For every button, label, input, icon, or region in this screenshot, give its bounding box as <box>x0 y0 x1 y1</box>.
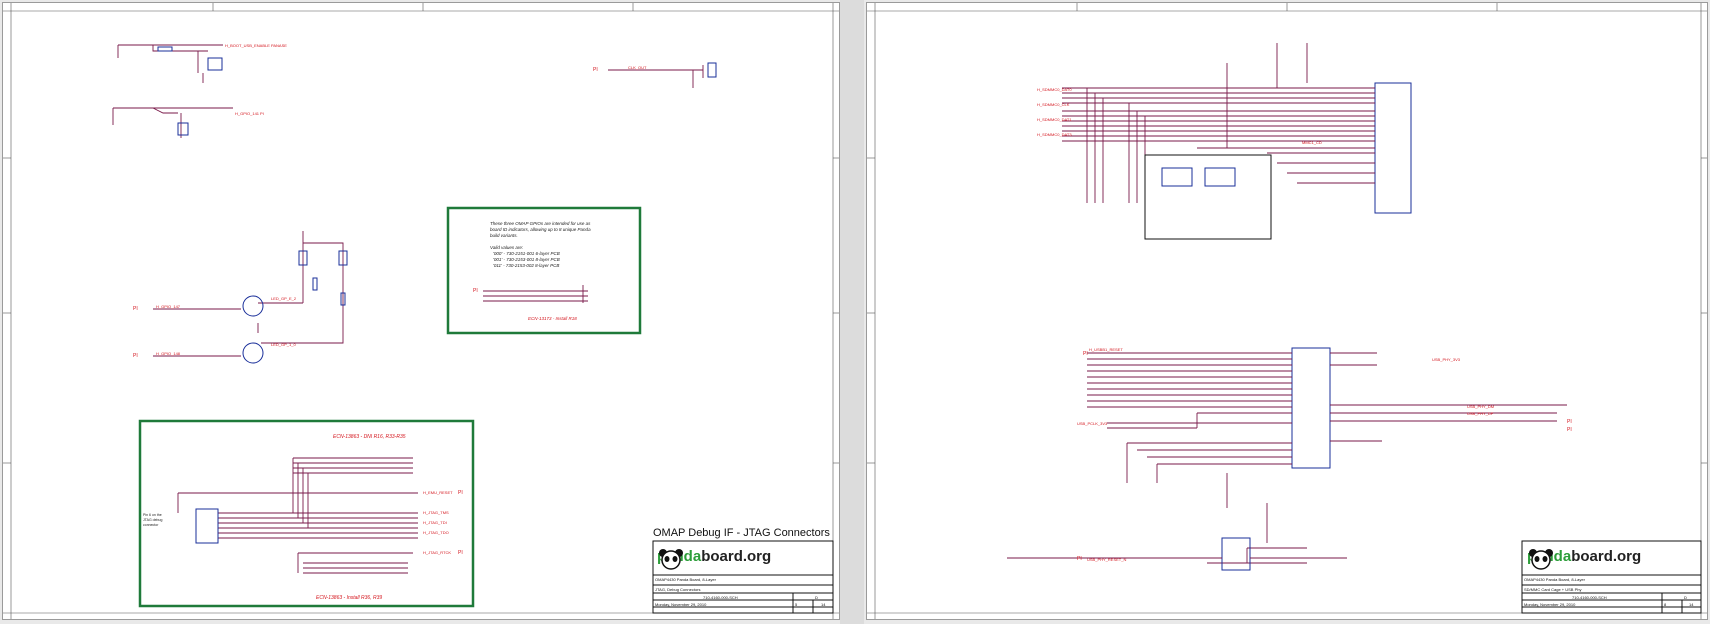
svg-text:Pin 6 on the: Pin 6 on the <box>143 513 162 517</box>
right-schematic-canvas: H_SDMMC0_DAT0 H_SDMMC0_CLK H_SDMMC0_DAT1… <box>867 3 1707 619</box>
svg-text:PI: PI <box>1567 427 1572 433</box>
note-line-6: '001' - 730-2153-001 8-layer PCB <box>493 257 560 262</box>
svg-text:H_GPIO_141: H_GPIO_141 <box>235 111 260 116</box>
eco-install-r18: ECN-13173 - Install R18 <box>528 316 577 321</box>
svg-text:LED_GP_E_2: LED_GP_E_2 <box>271 296 297 301</box>
note-line-0: These three OMAP GPIOs are intended for … <box>490 221 591 226</box>
usb-phy-circuit: PI H_USBB1_RESET USB_PHY_DM USB_PHY_DP P… <box>1007 347 1572 571</box>
svg-text:CLK_OUT: CLK_OUT <box>628 65 647 70</box>
svg-text:connector: connector <box>143 523 159 527</box>
svg-text:MMC1_CD: MMC1_CD <box>1302 140 1322 145</box>
svg-text:H_JTAG_TDO: H_JTAG_TDO <box>423 530 449 535</box>
circuit-gpio-leds: PI H_GPIO_147 PI H_GPIO_148 LED_GP_E_2 L… <box>133 231 348 364</box>
note-line-7: '011' - 730-2153-002 8-layer PCB <box>493 263 559 268</box>
svg-text:PI: PI <box>458 490 463 496</box>
eco-install-label: ECN-13863 - Install R36, R39 <box>316 595 382 601</box>
svg-text:PI: PI <box>133 353 138 359</box>
pandaboard-logo-left: pandaboard.org <box>657 548 771 570</box>
tb-rev: D <box>815 595 818 600</box>
svg-text:USB_PHY_DM: USB_PHY_DM <box>1467 404 1494 409</box>
svg-text:PI: PI <box>593 67 598 73</box>
eco-dni-label: ECN-13863 - DNI R16, R33-R35 <box>333 434 406 440</box>
tb-sheet: 5 <box>795 602 798 607</box>
panda-icon <box>1529 549 1553 570</box>
svg-text:H_SDMMC0_DAT3: H_SDMMC0_DAT3 <box>1037 132 1072 137</box>
note-line-1: board ID indicators, allowing up to 8 un… <box>490 227 591 232</box>
svg-text:USB_PHY_DP: USB_PHY_DP <box>1467 411 1494 416</box>
tb-of: 14 <box>821 602 826 607</box>
svg-text:H_USBB1_RESET: H_USBB1_RESET <box>1089 347 1123 352</box>
svg-text:PI: PI <box>133 306 138 312</box>
sheet-title-left: OMAP Debug IF - JTAG Connectors <box>653 527 830 539</box>
pandaboard-logo-right: pandaboard.org <box>1527 548 1641 570</box>
svg-text:PANASE: PANASE <box>271 43 287 48</box>
svg-text:JTAG debug: JTAG debug <box>143 518 162 522</box>
panda-icon <box>659 549 683 570</box>
svg-text:PI: PI <box>260 111 264 116</box>
sd-card-circuit: H_SDMMC0_DAT0 H_SDMMC0_CLK H_SDMMC0_DAT1… <box>1037 43 1412 240</box>
tb-doc-no: 710-4160-000-SCH <box>703 595 738 600</box>
svg-text:H_GPIO_148: H_GPIO_148 <box>156 351 181 356</box>
schematic-sheet-left: H_BOOT_USB_ENABLE PANASE H_GPIO_141 PI P… <box>2 2 840 620</box>
tb-sheet: 8 <box>1664 602 1667 607</box>
svg-text:H_SDMMC0_CLK: H_SDMMC0_CLK <box>1037 102 1070 107</box>
svg-text:H_SDMMC0_DAT0: H_SDMMC0_DAT0 <box>1037 87 1072 92</box>
jtag-connector-circuit: Pin 6 on the JTAG debug connector H_EMU_… <box>143 457 463 574</box>
tb-board: OMAP4430 Panda Board, 8-Layer <box>1524 577 1585 582</box>
svg-text:PI: PI <box>458 550 463 556</box>
svg-text:H_JTAG_RTCK: H_JTAG_RTCK <box>423 550 451 555</box>
svg-text:USB_PCLK_3V3: USB_PCLK_3V3 <box>1077 421 1108 426</box>
svg-text:PI: PI <box>1083 351 1088 357</box>
svg-text:H_JTAG_TDI: H_JTAG_TDI <box>423 520 447 525</box>
tb-doc-no: 710-4160-000-SCH <box>1572 595 1607 600</box>
tb-date: Monday, November 29, 2010 <box>655 602 707 607</box>
svg-text:H_GPIO_147: H_GPIO_147 <box>156 304 181 309</box>
tb-rev: D <box>1684 595 1687 600</box>
svg-text:PI: PI <box>1567 419 1572 425</box>
svg-text:H_EMU_RESET: H_EMU_RESET <box>423 490 453 495</box>
sheet-gap <box>840 0 864 624</box>
svg-text:PI: PI <box>473 288 478 294</box>
tb-sheet-name: JTAG, Debug Connectors <box>655 587 701 592</box>
svg-text:H_JTAG_TMS: H_JTAG_TMS <box>423 510 449 515</box>
tb-of: 14 <box>1689 602 1694 607</box>
note-line-4: Valid values are: <box>490 245 524 250</box>
svg-text:PI: PI <box>1077 556 1082 562</box>
tb-board: OMAP4430 Panda Board, 8-Layer <box>655 577 716 582</box>
svg-text:LED_GP_1_0: LED_GP_1_0 <box>271 342 296 347</box>
svg-text:USB_PHY_RESET_N: USB_PHY_RESET_N <box>1087 557 1126 562</box>
note-line-5: '000' - 730-2151-001 6-layer PCB <box>493 251 560 256</box>
note-line-2: build variants. <box>490 233 518 238</box>
tb-sheet-name: SD/MMC Card Cage + USB Phy <box>1524 587 1582 592</box>
tb-date: Monday, November 29, 2010 <box>1524 602 1576 607</box>
circuit-uart-top: H_BOOT_USB_ENABLE PANASE H_GPIO_141 PI P… <box>112 43 717 138</box>
svg-text:H_BOOT_USB_ENABLE: H_BOOT_USB_ENABLE <box>225 43 270 48</box>
svg-text:USB_PHY_3V3: USB_PHY_3V3 <box>1432 357 1461 362</box>
svg-text:H_SDMMC0_DAT1: H_SDMMC0_DAT1 <box>1037 117 1072 122</box>
schematic-sheet-right: H_SDMMC0_DAT0 H_SDMMC0_CLK H_SDMMC0_DAT1… <box>866 2 1708 620</box>
board-id-note-text: These three OMAP GPIOs are intended for … <box>490 221 591 268</box>
